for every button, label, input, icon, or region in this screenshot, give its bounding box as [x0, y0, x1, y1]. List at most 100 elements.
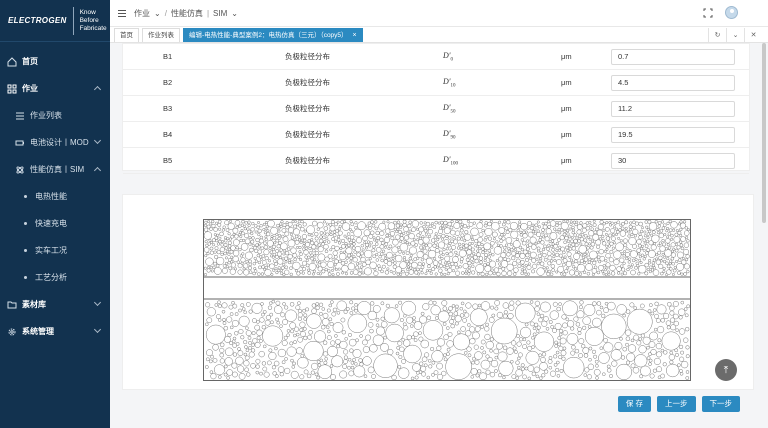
sidebar-item-4[interactable]: 性能仿真丨SIM	[0, 156, 110, 183]
particle	[590, 227, 594, 231]
particle	[221, 309, 226, 314]
particle	[466, 219, 470, 223]
particle	[680, 272, 684, 276]
particle	[568, 227, 572, 231]
particle	[670, 237, 674, 241]
particle	[531, 258, 537, 263]
particle	[531, 269, 536, 274]
particle	[540, 356, 546, 363]
particle	[632, 228, 639, 235]
sidebar-item-6[interactable]: 快速充电	[0, 210, 110, 237]
sidebar-item-8[interactable]: 工艺分析	[0, 264, 110, 291]
param-value-input[interactable]	[611, 48, 735, 65]
fullscreen-icon[interactable]	[703, 8, 713, 18]
particle	[319, 302, 324, 307]
particle	[240, 243, 249, 251]
sidebar-item-7[interactable]: 实车工况	[0, 237, 110, 264]
particle	[310, 256, 314, 261]
user-avatar[interactable]	[725, 6, 738, 19]
particle	[391, 246, 399, 254]
tab-job-list[interactable]: 作业列表	[142, 28, 180, 42]
particle	[582, 347, 590, 354]
breadcrumb-sim[interactable]: 性能仿真	[171, 8, 203, 19]
scrollbar[interactable]	[762, 43, 766, 223]
particle	[339, 250, 343, 254]
particle	[274, 267, 278, 271]
param-value-input[interactable]	[611, 126, 735, 143]
particle	[306, 268, 310, 272]
particle	[341, 265, 349, 273]
particle	[411, 335, 416, 340]
particle	[281, 360, 286, 365]
table-row: B5 负极粒径分布 D'100 μm	[123, 148, 749, 174]
particle	[307, 255, 311, 259]
battery-icon	[14, 137, 26, 149]
particle	[491, 231, 498, 238]
particle	[625, 342, 629, 347]
particle	[558, 231, 562, 235]
bullet-icon	[24, 195, 27, 198]
particle	[517, 225, 521, 229]
particle	[293, 333, 297, 338]
particle	[443, 261, 447, 265]
particle	[392, 239, 399, 246]
next-step-button[interactable]: 下一步	[701, 396, 740, 412]
chevron-down-icon[interactable]: ⌄	[726, 28, 744, 42]
particle	[218, 236, 222, 240]
particle	[471, 270, 476, 275]
particle	[463, 239, 467, 243]
back-to-top-button[interactable]: ⤒	[715, 359, 737, 381]
particle	[303, 340, 324, 362]
particle	[205, 243, 209, 248]
particle	[311, 303, 316, 308]
sidebar-item-2[interactable]: 作业列表	[0, 102, 110, 129]
particle	[336, 344, 341, 349]
close-icon[interactable]: ×	[353, 29, 357, 42]
tab-home[interactable]: 首页	[114, 28, 139, 42]
particle	[467, 265, 471, 270]
particle	[549, 220, 557, 227]
particle	[330, 300, 334, 304]
save-button[interactable]: 保 存	[617, 396, 651, 412]
particle	[566, 333, 579, 345]
sidebar-item-0[interactable]: 首页	[0, 48, 110, 75]
particle	[678, 344, 684, 350]
param-value-input[interactable]	[611, 100, 735, 117]
particle	[628, 257, 632, 261]
particle	[293, 340, 297, 344]
particle	[333, 262, 337, 267]
particle	[452, 236, 456, 240]
menu-toggle-icon[interactable]	[118, 9, 126, 17]
particle	[401, 338, 405, 342]
particle	[496, 311, 504, 319]
particle	[549, 310, 559, 320]
previous-step-button[interactable]: 上一步	[657, 396, 696, 412]
particle	[592, 233, 600, 241]
particle	[205, 257, 214, 266]
tab-edit-sim[interactable]: 编辑-电热性能-典型案例2：电热仿真（三元）（copy5） ×	[183, 28, 363, 42]
param-value-input[interactable]	[611, 152, 735, 169]
sidebar-item-9[interactable]: 素材库	[0, 291, 110, 318]
breadcrumb-sim-code[interactable]: SIM	[213, 9, 227, 18]
particle	[433, 257, 437, 261]
particle	[328, 230, 332, 233]
sidebar-item-5[interactable]: 电热性能	[0, 183, 110, 210]
sidebar-item-3[interactable]: 电池设计丨MOD	[0, 129, 110, 156]
particle	[577, 331, 582, 336]
collapse-icon[interactable]: ✕	[744, 28, 762, 42]
particle	[616, 220, 621, 225]
particle	[447, 221, 452, 227]
particle	[395, 223, 400, 228]
particle	[504, 226, 509, 231]
refresh-icon[interactable]: ↻	[708, 28, 726, 42]
sidebar-item-10[interactable]: 系统管理	[0, 318, 110, 345]
sidebar-item-1[interactable]: 作业	[0, 75, 110, 102]
brand-logo[interactable]: ELECTROGEN Know Before Fabricate	[0, 0, 110, 42]
particle	[238, 373, 246, 380]
particle	[544, 369, 549, 374]
particle	[502, 233, 506, 237]
particle	[303, 313, 308, 318]
param-value-input[interactable]	[611, 74, 735, 91]
particle	[495, 240, 499, 244]
breadcrumb-job[interactable]: 作业	[134, 8, 150, 19]
